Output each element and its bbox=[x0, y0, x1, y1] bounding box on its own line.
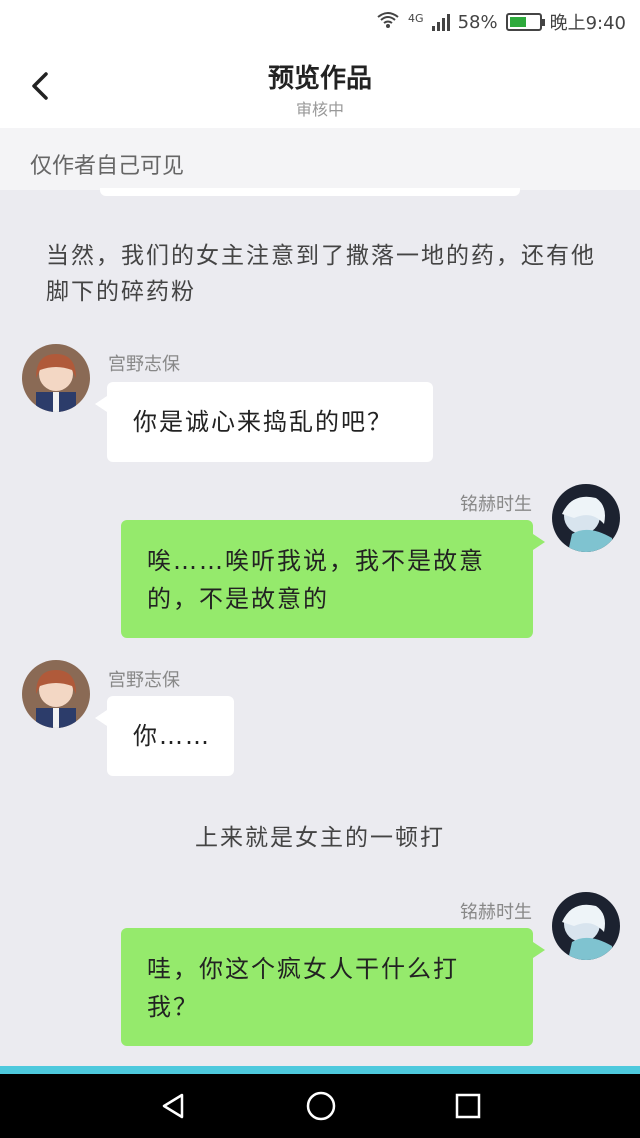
sender-name: 宫野志保 bbox=[108, 670, 180, 691]
page-title: 预览作品 bbox=[267, 64, 372, 94]
wifi-icon bbox=[376, 11, 400, 34]
message-bubble[interactable]: 你是诚心来捣乱的吧？ bbox=[95, 382, 433, 462]
sender-name: 铭赫时生 bbox=[460, 902, 532, 923]
signal-icon bbox=[431, 13, 450, 31]
battery-fill bbox=[509, 17, 526, 27]
battery-percent: 58% bbox=[457, 11, 498, 33]
page-subtitle: 审核中 bbox=[295, 100, 344, 119]
avatar[interactable] bbox=[22, 660, 90, 728]
narration-text: 当然，我们的女主注意到了撒落一地的药，还有他脚下的碎药粉 bbox=[46, 243, 596, 305]
previous-bubble-edge bbox=[100, 188, 520, 196]
avatar[interactable] bbox=[552, 484, 620, 552]
sender-name: 铭赫时生 bbox=[460, 494, 532, 515]
narration-text: 上来就是女主的一顿打 bbox=[195, 825, 445, 851]
triangle-back-icon[interactable] bbox=[158, 1091, 188, 1121]
battery-icon bbox=[505, 13, 545, 31]
message-bubble[interactable]: 唉……唉听我说，我不是故意的，不是故意的 bbox=[121, 520, 545, 638]
status-bar: 4G 58% 晚上9:40 bbox=[0, 0, 640, 44]
message-bubble[interactable]: 你…… bbox=[95, 696, 234, 776]
avatar[interactable] bbox=[22, 344, 90, 412]
clock: 晚上9:40 bbox=[549, 13, 626, 34]
network-type: 4G bbox=[408, 12, 424, 25]
bottom-accent-bar bbox=[0, 1066, 640, 1074]
square-recent-icon[interactable] bbox=[454, 1092, 482, 1120]
message-bubble[interactable]: 哇，你这个疯女人干什么打我？ bbox=[121, 928, 545, 1046]
visibility-notice: 仅作者自己可见 bbox=[0, 128, 640, 190]
avatar[interactable] bbox=[552, 892, 620, 960]
header: 预览作品 审核中 bbox=[0, 44, 640, 128]
sender-name: 宫野志保 bbox=[108, 354, 180, 375]
system-nav-bar bbox=[0, 1074, 640, 1138]
circle-home-icon[interactable] bbox=[305, 1090, 337, 1122]
